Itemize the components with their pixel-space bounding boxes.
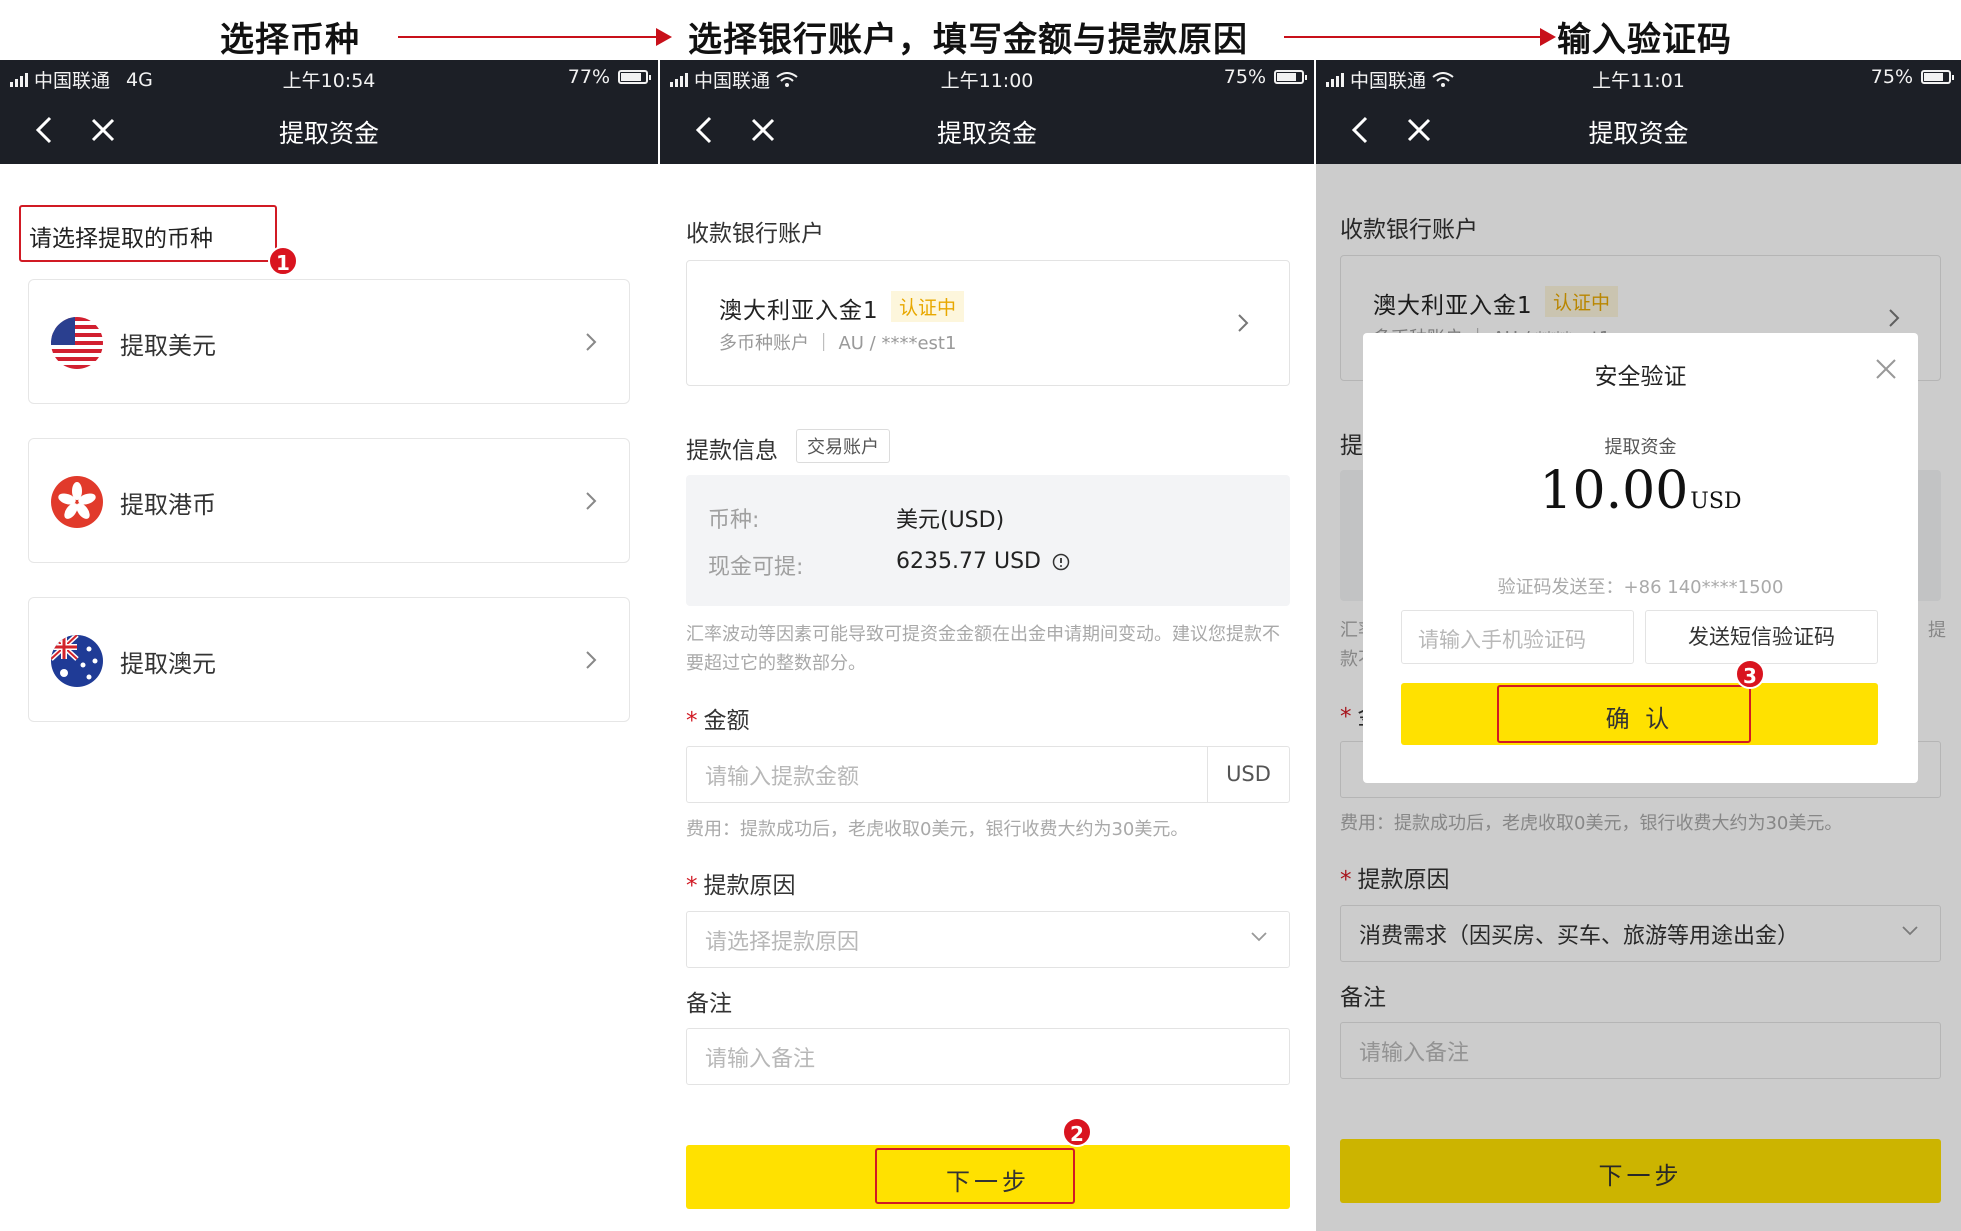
available-key: 现金可提: <box>708 555 804 580</box>
currency-option-aud[interactable]: 提取澳元 <box>28 597 630 722</box>
modal-title: 安全验证 <box>1594 364 1687 390</box>
fx-hint: 汇率波动等因素可能导致可提资金金额在出金申请期间变动。建议您提款不要超过它的整数… <box>686 624 1280 674</box>
reason-label: * 提款原因 <box>686 873 796 899</box>
modal-subtitle: 提取资金 <box>1604 437 1677 458</box>
status-bar: 中国联通 上午11:00 75% <box>660 60 1314 95</box>
close-icon[interactable] <box>1874 357 1898 381</box>
status-bar: 中国联通 上午11:01 75% <box>1316 60 1961 95</box>
security-verify-modal: 安全验证 提取资金 10.00USD 验证码发送至：+86 140****150… <box>1363 333 1918 783</box>
amount-unit: USD <box>1207 747 1289 802</box>
battery-icon <box>1921 70 1954 84</box>
us-flag-icon <box>51 317 103 369</box>
amount-label: * 金额 <box>686 708 750 734</box>
status-bar: 中国联通 4G 上午10:54 77% <box>0 60 658 95</box>
page-title: 提取资金 <box>936 119 1037 148</box>
step3-title: 输入验证码 <box>1557 20 1732 60</box>
currency-label-hkd: 提取港币 <box>120 491 216 519</box>
withdraw-amount: 10.00USD <box>1539 461 1742 521</box>
page-title: 提取资金 <box>278 119 379 148</box>
currency-value: 美元(USD) <box>896 508 1005 533</box>
step2-title: 选择银行账户，填写金额与提款原因 <box>688 20 1248 60</box>
status-time: 上午11:00 <box>940 70 1034 92</box>
status-time: 上午11:01 <box>1592 70 1685 92</box>
arrow-icon <box>398 28 672 46</box>
reason-select[interactable]: 请选择提款原因 <box>686 911 1290 968</box>
currency-prompt: 请选择提取的币种 <box>29 226 213 252</box>
currency-option-hkd[interactable]: 提取港币 <box>28 438 630 563</box>
screen-withdraw-form: 中国联通 上午11:00 75% 提取资金 收款银行账户 澳大利亚入金1 认证中… <box>660 60 1314 1231</box>
chevron-right-icon <box>586 333 597 351</box>
remark-label: 备注 <box>686 991 732 1017</box>
remark-placeholder: 请输入备注 <box>705 1047 816 1072</box>
battery-icon <box>1274 70 1307 84</box>
chevron-down-icon <box>1251 932 1267 942</box>
page-title: 提取资金 <box>1588 119 1689 148</box>
step-header: 选择币种 选择银行账户，填写金额与提款原因 输入验证码 <box>0 0 1961 60</box>
available-value: 6235.77 USD <box>896 549 1070 574</box>
reason-placeholder: 请选择提款原因 <box>705 930 860 955</box>
status-time: 上午10:54 <box>282 70 376 92</box>
currency-label-usd: 提取美元 <box>120 332 216 360</box>
info-section-label: 提款信息 <box>686 438 778 464</box>
screen-select-currency: 中国联通 4G 上午10:54 77% 提取资金 请选择提取的币种 1 提取美元 <box>0 60 658 1231</box>
sms-code-input[interactable]: 请输入手机验证码 <box>1401 610 1634 664</box>
currency-key: 币种: <box>708 508 760 533</box>
fee-hint: 费用：提款成功后，老虎收取0美元，银行收费大约为30美元。 <box>686 819 1189 840</box>
step-badge: 2 <box>1062 1117 1092 1147</box>
bank-name: 澳大利亚入金1 <box>719 298 879 324</box>
status-badge: 认证中 <box>891 291 965 322</box>
chevron-right-icon <box>586 651 597 669</box>
confirm-button-highlight <box>1497 685 1751 743</box>
chevron-right-icon <box>586 492 597 510</box>
nav-bar: 提取资金 <box>0 95 658 164</box>
au-flag-icon <box>51 635 103 687</box>
step-badge: 3 <box>1735 659 1765 689</box>
battery-percent: 75% <box>1223 66 1266 88</box>
arrow-icon <box>1284 28 1556 46</box>
withdraw-info-panel: 币种: 美元(USD) 现金可提: 6235.77 USD <box>686 475 1290 606</box>
currency-option-usd[interactable]: 提取美元 <box>28 279 630 404</box>
bank-account-sub: 多币种账户 ｜ AU / ****est1 <box>719 333 957 354</box>
info-icon[interactable] <box>1052 553 1070 571</box>
amount-input[interactable]: 请输入提款金额 USD <box>686 746 1290 803</box>
available-amount: 6235.77 USD <box>896 549 1041 574</box>
battery-icon <box>618 70 651 84</box>
step1-title: 选择币种 <box>220 20 360 60</box>
account-type-tag: 交易账户 <box>796 429 890 463</box>
send-sms-button[interactable]: 发送短信验证码 <box>1645 610 1878 664</box>
battery-percent: 77% <box>567 66 610 88</box>
next-button-highlight <box>875 1148 1075 1204</box>
screen-verify-code: 中国联通 上午11:01 75% 提取资金 收款银行账户 澳大利亚入金1 认证中… <box>1316 60 1961 1231</box>
remark-input[interactable]: 请输入备注 <box>686 1028 1290 1085</box>
hk-flag-icon <box>51 476 103 528</box>
code-sent-to: 验证码发送至：+86 140****1500 <box>1497 577 1784 598</box>
step-badge: 1 <box>268 246 298 276</box>
chevron-right-icon <box>1238 314 1249 332</box>
bank-account-card[interactable]: 澳大利亚入金1 认证中 多币种账户 ｜ AU / ****est1 <box>686 260 1290 386</box>
amount-placeholder: 请输入提款金额 <box>705 765 860 790</box>
currency-prompt-highlight: 请选择提取的币种 <box>19 205 277 262</box>
bank-section-label: 收款银行账户 <box>686 221 824 247</box>
currency-label-aud: 提取澳元 <box>120 650 216 678</box>
sms-code-placeholder: 请输入手机验证码 <box>1418 628 1586 652</box>
nav-bar: 提取资金 <box>660 95 1314 164</box>
nav-bar: 提取资金 <box>1316 95 1961 164</box>
battery-percent: 75% <box>1870 66 1913 88</box>
